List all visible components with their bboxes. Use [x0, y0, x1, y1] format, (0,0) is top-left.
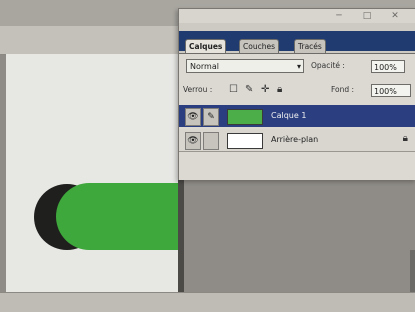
edge-scrollbar[interactable]	[410, 250, 415, 292]
layer-name: Arrière-plan	[271, 135, 319, 144]
opacity-input[interactable]: 100%	[371, 60, 405, 73]
lock-icon: 🔒︎	[402, 133, 408, 144]
green-rounded-shape	[56, 183, 178, 250]
maximize-button[interactable]: □	[362, 11, 372, 21]
lock-move-icon[interactable]: ✛	[261, 84, 269, 96]
tab-couches[interactable]: Couches	[239, 39, 279, 54]
layer-row-arriere-plan[interactable]: 👁︎ Arrière-plan 🔒︎	[179, 129, 415, 152]
layer-name: Calque 1	[271, 111, 307, 120]
palette-titlebar: ─ □ ✕	[179, 9, 415, 23]
layers-palette: ─ □ ✕ Calques Couches Tracés Normal ▾ Op…	[178, 8, 415, 180]
eye-icon[interactable]: 👁︎	[185, 132, 201, 150]
lock-label: Verrou :	[183, 85, 213, 94]
brush-slot	[203, 132, 219, 150]
blend-mode-select[interactable]: Normal ▾	[186, 59, 304, 73]
tab-calques[interactable]: Calques	[185, 39, 227, 54]
chevron-down-icon: ▾	[296, 62, 301, 71]
lock-brush-icon[interactable]: ✎	[245, 84, 253, 96]
brush-icon: ✎	[203, 108, 219, 126]
blend-mode-value: Normal	[190, 62, 219, 71]
layer-thumbnail	[227, 109, 263, 125]
blend-row: Normal ▾ Opacité : 100%	[183, 59, 412, 75]
app-toolbar	[0, 26, 190, 55]
status-bar	[0, 292, 415, 312]
lock-transparency-icon[interactable]: ☐	[229, 84, 238, 96]
minimize-button[interactable]: ─	[334, 11, 344, 21]
layers-tab-content: Normal ▾ Opacité : 100% Verrou : ☐ ✎ ✛ 🔒…	[179, 53, 415, 180]
eye-icon[interactable]: 👁︎	[185, 108, 201, 126]
tab-traces[interactable]: Tracés	[294, 39, 326, 54]
document-window	[6, 54, 184, 292]
fill-label: Fond :	[331, 85, 355, 94]
opacity-label: Opacité :	[311, 61, 345, 70]
fill-input[interactable]: 100%	[371, 84, 411, 97]
layer-thumbnail	[227, 133, 263, 149]
lock-all-icon[interactable]: 🔒︎	[277, 84, 282, 96]
layer-row-calque-1[interactable]: 👁︎ ✎ Calque 1	[179, 105, 415, 127]
close-button[interactable]: ✕	[390, 11, 400, 21]
document-canvas[interactable]	[6, 54, 178, 292]
